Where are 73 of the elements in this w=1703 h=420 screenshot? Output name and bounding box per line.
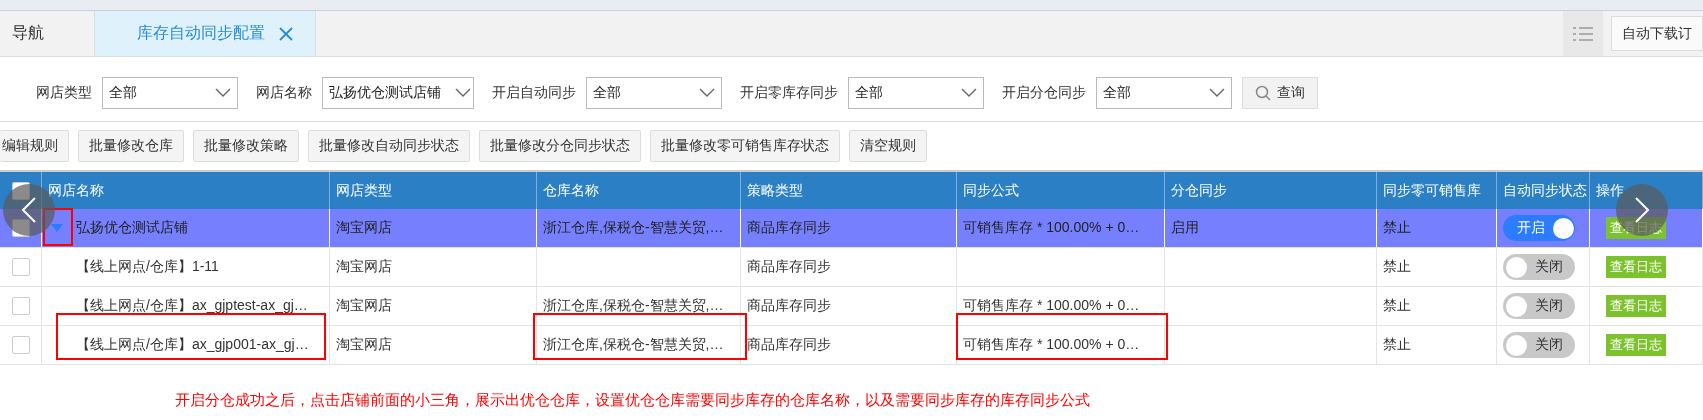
column-header: 策略类型 (747, 181, 803, 200)
chevron-down-icon (961, 88, 977, 98)
toolbar-button[interactable]: 批量修改分仓同步状态 (479, 130, 641, 162)
table-row[interactable]: 【线上网点/仓库】ax_gjptest-ax_gj… 淘宝网店 浙江仓库,保税仓-智慧关贸,… 商品库存同步 可销售库存 * 100.00% + 0… 禁止 关闭 查看日志 (0, 287, 1703, 326)
column-header: 同步零可销售库 (1383, 181, 1481, 200)
toolbar-button[interactable]: 清空规则 (849, 130, 927, 162)
chevron-down-icon (699, 88, 715, 98)
table-cell: 淘宝网店 (336, 336, 392, 354)
table-cell: 可销售库存 * 100.00% + 0… (963, 297, 1140, 315)
column-header: 同步公式 (963, 181, 1019, 200)
toggle-switch[interactable]: 关闭 (1503, 332, 1575, 358)
row-checkbox[interactable] (11, 297, 30, 315)
table-cell: 浙江仓库,保税仓-智慧关贸,… (543, 336, 724, 354)
download-orders-button[interactable]: 自动下载订 (1611, 16, 1703, 51)
filter-dropdown[interactable]: 弘扬优仓测试店铺 (322, 77, 474, 109)
filter-dropdown[interactable]: 全部 (1096, 77, 1232, 109)
table-cell: 【线上网点/仓库】ax_gjp001-ax_gj… (76, 336, 309, 354)
column-header: 自动同步状态 (1503, 181, 1587, 200)
row-checkbox[interactable] (11, 336, 30, 354)
toolbar-button[interactable]: 批量修改零可销售库存状态 (650, 130, 840, 162)
column-header: 操作 (1596, 181, 1624, 200)
column-header: 网店类型 (336, 181, 392, 200)
toggle-switch[interactable]: 开启 (1503, 215, 1575, 241)
chevron-left-icon (21, 197, 37, 223)
toggle-switch[interactable]: 关闭 (1503, 254, 1575, 280)
chevron-down-icon (1209, 88, 1225, 98)
table-cell: 商品库存同步 (747, 297, 831, 315)
list-icon[interactable] (1573, 26, 1593, 41)
filter-label: 网店名称 (256, 84, 312, 102)
filter-label: 开启自动同步 (492, 84, 576, 102)
table-cell: 禁止 (1383, 258, 1411, 276)
toolbar-button[interactable]: 编辑规则 (0, 130, 69, 162)
table-row[interactable]: 【线上网点/仓库】ax_gjp001-ax_gj… 淘宝网店 浙江仓库,保税仓-智慧关贸,… 商品库存同步 可销售库存 * 100.00% + 0… 禁止 关闭 查看日志 (0, 326, 1703, 365)
column-header: 网店名称 (48, 181, 104, 200)
table-cell: 浙江仓库,保税仓-智慧关贸,… (543, 219, 724, 237)
table-cell: 禁止 (1383, 336, 1411, 354)
toolbar-button[interactable]: 批量修改策略 (193, 130, 299, 162)
caret-down-icon[interactable] (50, 223, 64, 233)
table-cell: 商品库存同步 (747, 258, 831, 276)
table-row[interactable]: 【线上网点/仓库】1-11 淘宝网店 商品库存同步 禁止 关闭 查看日志 (0, 248, 1703, 287)
chevron-down-icon (215, 88, 231, 98)
column-header: 分仓同步 (1171, 181, 1227, 200)
table-cell: 禁止 (1383, 219, 1411, 237)
search-button[interactable]: 查询 (1242, 77, 1318, 109)
table-cell: 【线上网点/仓库】1-11 (76, 258, 219, 276)
toggle-switch[interactable]: 关闭 (1503, 293, 1575, 319)
table-cell: 淘宝网店 (336, 297, 392, 315)
table-cell: 浙江仓库,保税仓-智慧关贸,… (543, 297, 724, 315)
table-cell: 商品库存同步 (747, 219, 831, 237)
table-cell: 禁止 (1383, 297, 1411, 315)
filter-label: 开启零库存同步 (740, 84, 838, 102)
filter-label: 开启分仓同步 (1002, 84, 1086, 102)
table-cell: 【线上网点/仓库】ax_gjptest-ax_gj… (76, 297, 308, 315)
table-cell: 启用 (1171, 219, 1199, 237)
table-cell: 弘扬优仓测试店铺 (76, 219, 188, 237)
chevron-down-icon (455, 88, 471, 98)
toolbar-button[interactable]: 批量修改仓库 (78, 130, 184, 162)
table-cell: 商品库存同步 (747, 336, 831, 354)
search-icon (1255, 85, 1271, 101)
annotation-text: 开启分仓成功之后，点击店铺前面的小三角，展示出优仓仓库，设置优仓仓库需要同步库存的仓库名称，以及需要同步库存的库存同步公式 (174, 391, 1091, 410)
table-cell: 淘宝网店 (336, 219, 392, 237)
table-cell: 可销售库存 * 100.00% + 0… (963, 336, 1140, 354)
filter-dropdown[interactable]: 全部 (586, 77, 722, 109)
filter-dropdown[interactable]: 全部 (102, 77, 238, 109)
table-cell: 可销售库存 * 100.00% + 0… (963, 219, 1140, 237)
chevron-right-icon (1634, 197, 1650, 223)
row-checkbox[interactable] (11, 258, 30, 276)
filter-label: 网店类型 (36, 84, 92, 102)
table-cell: 淘宝网店 (336, 258, 392, 276)
filter-dropdown[interactable]: 全部 (848, 77, 984, 109)
toolbar-button[interactable]: 批量修改自动同步状态 (308, 130, 470, 162)
column-header: 仓库名称 (543, 181, 599, 200)
close-icon[interactable] (279, 26, 293, 41)
